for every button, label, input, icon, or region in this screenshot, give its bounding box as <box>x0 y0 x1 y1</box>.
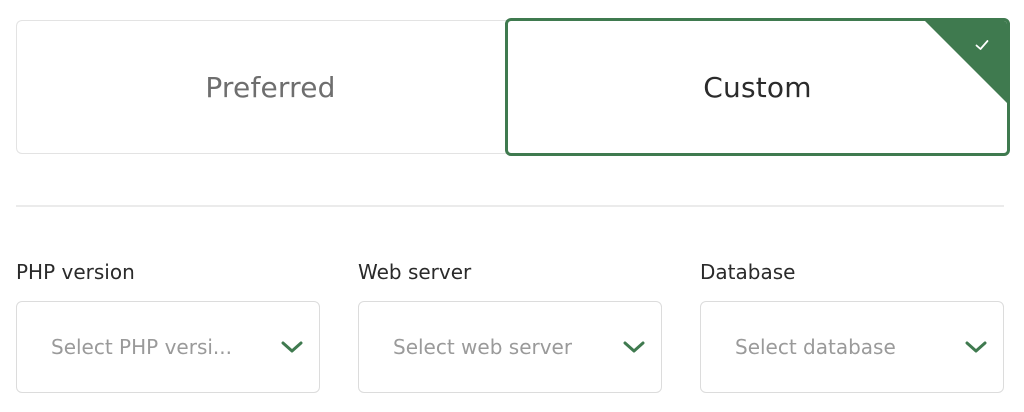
custom-option-label: Custom <box>703 70 812 104</box>
stack-configuration: Preferred Custom PHP version Select PHP … <box>0 0 1024 412</box>
database-label: Database <box>700 260 796 284</box>
chevron-down-icon <box>965 341 987 353</box>
php-version-placeholder: Select PHP versi... <box>51 335 232 359</box>
database-select[interactable]: Select database <box>700 301 1004 393</box>
preferred-option-label: Preferred <box>205 70 336 104</box>
php-version-field: PHP version Select PHP versi... <box>16 258 320 393</box>
section-divider <box>16 205 1004 207</box>
web-server-placeholder: Select web server <box>393 335 573 359</box>
chevron-down-icon <box>281 341 303 353</box>
web-server-label: Web server <box>358 260 472 284</box>
web-server-select[interactable]: Select web server <box>358 301 662 393</box>
chevron-down-icon <box>623 341 645 353</box>
php-version-select[interactable]: Select PHP versi... <box>16 301 320 393</box>
custom-option-card[interactable]: Custom <box>505 18 1010 156</box>
selected-corner-badge <box>925 21 1007 103</box>
check-icon <box>975 40 989 50</box>
database-field: Database Select database <box>700 258 1004 393</box>
web-server-field: Web server Select web server <box>358 258 662 393</box>
database-placeholder: Select database <box>735 335 896 359</box>
preferred-option-card[interactable]: Preferred <box>16 20 524 154</box>
stack-type-toggle: Preferred Custom <box>16 18 1010 156</box>
php-version-label: PHP version <box>16 260 135 284</box>
